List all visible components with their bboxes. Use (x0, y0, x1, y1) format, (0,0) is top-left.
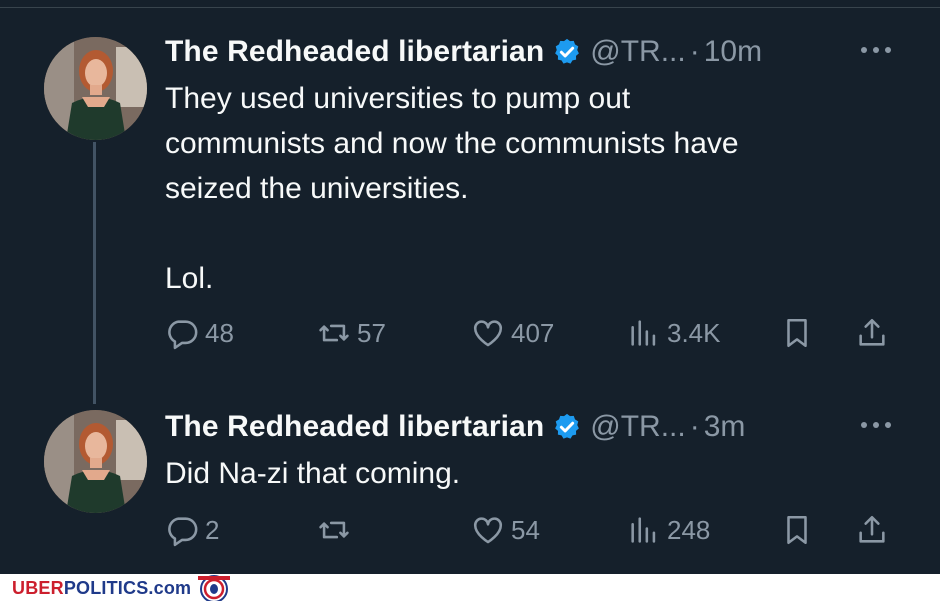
reply-icon (168, 517, 198, 547)
reply-button[interactable]: 48 (165, 313, 234, 353)
author-name[interactable]: The Redheaded libertarian (165, 410, 544, 444)
top-divider (0, 0, 940, 8)
retweet-icon (319, 521, 349, 539)
verified-badge-icon (555, 413, 580, 439)
reply-count: 48 (205, 317, 234, 348)
tweet-header: The Redheaded libertarian @TR... · 3m (165, 407, 940, 447)
views-count: 3.4K (667, 317, 721, 348)
like-button[interactable]: 54 (471, 510, 540, 550)
bookmark-button[interactable] (780, 510, 814, 550)
share-icon (859, 318, 885, 346)
avatar-image (44, 410, 147, 513)
separator-dot: · (689, 35, 700, 68)
like-count: 407 (511, 317, 555, 348)
lion-logo-icon (198, 575, 230, 601)
reply-button[interactable]: 2 (165, 510, 219, 550)
views-icon (631, 320, 656, 346)
retweet-icon (319, 324, 349, 342)
avatar[interactable] (44, 410, 147, 513)
avatar-image (44, 37, 147, 140)
retweet-button[interactable] (317, 510, 357, 550)
timestamp[interactable]: 10m (704, 35, 762, 69)
avatar[interactable] (44, 37, 147, 140)
like-count: 54 (511, 514, 540, 545)
bookmark-icon (787, 318, 807, 348)
reply-icon (168, 320, 198, 350)
views-count: 248 (667, 514, 711, 545)
tweet-header: The Redheaded libertarian @TR... · 10m (165, 32, 940, 72)
retweet-count: 57 (357, 317, 386, 348)
views-icon (631, 517, 656, 543)
like-button[interactable]: 407 (471, 313, 554, 353)
tweet-actions: 48 57 407 3.4K (165, 313, 905, 353)
author-handle[interactable]: @TR... (590, 410, 685, 444)
share-button[interactable] (855, 510, 889, 550)
bookmark-button[interactable] (780, 313, 814, 353)
like-icon (473, 320, 503, 347)
author-handle[interactable]: @TR... (590, 35, 685, 69)
share-button[interactable] (855, 313, 889, 353)
verified-badge-icon (555, 38, 580, 64)
views-button[interactable]: 248 (627, 510, 710, 550)
bookmark-icon (787, 515, 807, 545)
tweet-text: They used universities to pump out commu… (165, 82, 739, 295)
author-name[interactable]: The Redheaded libertarian (165, 35, 544, 69)
reply-count: 2 (205, 514, 220, 545)
timestamp[interactable]: 3m (704, 410, 746, 444)
tweet-text: Did Na-zi that coming. (165, 457, 461, 490)
brand-part1: UBER (12, 578, 64, 598)
brand-wordmark: UBERPOLITICS.com (12, 578, 191, 599)
share-icon (859, 515, 885, 543)
brand-part2: POLITICS.com (63, 578, 192, 598)
retweet-button[interactable]: 57 (317, 313, 386, 353)
tweet-actions: 2 54 248 (165, 510, 905, 550)
more-icon[interactable] (858, 44, 894, 56)
views-button[interactable]: 3.4K (627, 313, 721, 353)
more-icon[interactable] (858, 419, 894, 431)
watermark-footer: UBERPOLITICS.com (0, 574, 940, 601)
thread-connector-line (93, 142, 96, 404)
separator-dot: · (689, 410, 700, 443)
like-icon (473, 517, 503, 544)
